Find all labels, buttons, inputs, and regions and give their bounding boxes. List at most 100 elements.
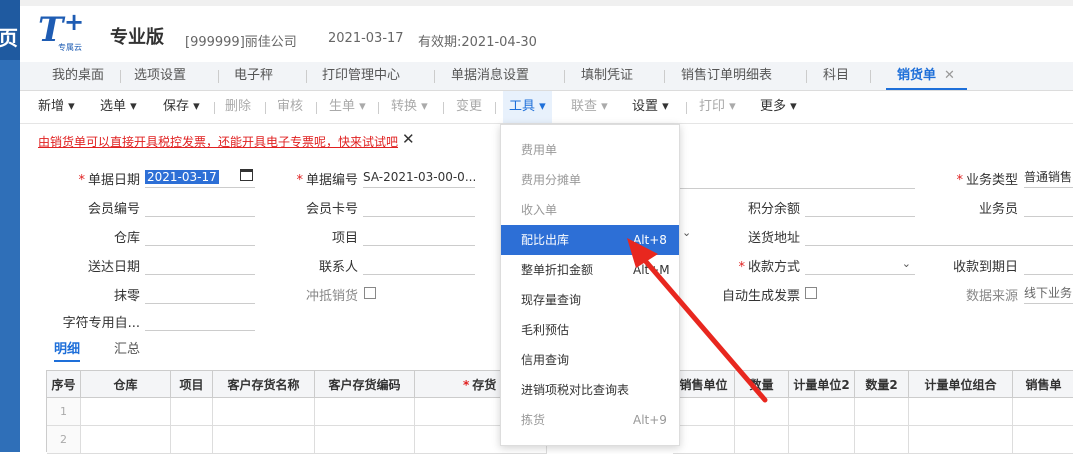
menu-item-credit-query[interactable]: 信用查询 [501, 345, 679, 375]
grid-cell[interactable] [213, 398, 315, 426]
custom-char-field[interactable] [145, 310, 255, 331]
linked-query-button[interactable]: 联查 ▾ [571, 91, 608, 123]
menu-item-gross-profit[interactable]: 毛利预估 [501, 315, 679, 345]
menu-item-expense-allocation[interactable]: 费用分摊单 [501, 165, 679, 195]
change-button[interactable]: 变更 [456, 91, 482, 123]
grid-cell[interactable] [81, 398, 171, 426]
grid-cell[interactable] [789, 398, 855, 426]
salesman-field[interactable] [1024, 196, 1073, 217]
tab-summary[interactable]: 汇总 [114, 338, 140, 360]
grid-cell[interactable] [909, 426, 1013, 454]
login-date: 2021-03-17 [328, 31, 404, 46]
close-tab-icon[interactable]: ✕ [944, 68, 955, 83]
contact-field[interactable] [363, 254, 475, 275]
menu-item-tax-compare[interactable]: 进销项税对比查询表 [501, 375, 679, 405]
tab-desktop[interactable]: 我的桌面 [52, 62, 104, 90]
points-field[interactable] [805, 196, 915, 217]
hidden-field-row1[interactable] [678, 168, 915, 189]
convert-button[interactable]: 转换 ▾ [391, 91, 428, 123]
grid-cell[interactable] [315, 398, 415, 426]
pay-method-select[interactable]: ⌄ [805, 254, 915, 275]
auto-invoice-checkbox[interactable] [805, 287, 817, 299]
offset-sales-checkbox[interactable] [364, 287, 376, 299]
member-no-label: 会员编号 [87, 202, 140, 217]
menu-item-picking[interactable]: 拣货 Alt+9 [501, 405, 679, 435]
menu-item-order-discount[interactable]: 整单折扣金额 Alt+M [501, 255, 679, 285]
member-no-field[interactable] [145, 196, 255, 217]
grid-cell[interactable] [789, 426, 855, 454]
contact-label: 联系人 [318, 260, 358, 275]
print-button[interactable]: 打印 ▾ [699, 91, 736, 123]
menu-item-stock-query[interactable]: 现存量查询 [501, 285, 679, 315]
grid-cell[interactable] [1013, 398, 1073, 426]
tab-divider [664, 70, 665, 83]
grid-cell[interactable] [171, 398, 213, 426]
col-header-cust-item-code: 客户存货编码 [315, 370, 415, 398]
settings-button[interactable]: 设置 ▾ [632, 91, 669, 123]
biz-type-field[interactable]: 普通销售 [1024, 167, 1073, 188]
logo-subtitle: 专属云 [58, 43, 82, 52]
grid-cell[interactable] [171, 426, 213, 454]
tab-voucher[interactable]: 填制凭证 [581, 62, 633, 90]
biz-type-label: * 业务类型 [956, 173, 1018, 188]
notice-link[interactable]: 由销货单可以直接开具税控发票，还能开具电子专票呢，快来试试吧 [38, 133, 398, 150]
points-label: 积分余额 [747, 202, 800, 217]
due-date-label: 收款到期日 [952, 260, 1018, 275]
tab-options[interactable]: 选项设置 [134, 62, 186, 90]
grid-cell[interactable] [855, 426, 909, 454]
menu-item-ratio-outbound[interactable]: 配比出库 Alt+8 [501, 225, 679, 255]
logo-plus: + [64, 8, 85, 36]
grid-cell[interactable] [735, 426, 789, 454]
menu-item-expense[interactable]: 费用单 [501, 135, 679, 165]
grid-cell[interactable] [213, 426, 315, 454]
grid-cell[interactable] [1013, 426, 1073, 454]
col-header-unit2: 计量单位2 [789, 370, 855, 398]
delete-button[interactable]: 删除 [225, 91, 251, 123]
save-button[interactable]: 保存 ▾ [163, 91, 200, 123]
grid-cell[interactable] [735, 398, 789, 426]
tab-accounts[interactable]: 科目 [823, 62, 849, 90]
more-button[interactable]: 更多 ▾ [760, 91, 797, 123]
new-button[interactable]: 新增 ▾ [38, 91, 75, 123]
tab-detail[interactable]: 明细 [54, 338, 81, 362]
rounding-field[interactable] [145, 283, 255, 304]
member-card-field[interactable] [363, 196, 475, 217]
grid-cell[interactable] [315, 426, 415, 454]
audit-button[interactable]: 审核 [277, 91, 303, 123]
toolbar-divider [378, 102, 379, 114]
close-notice-icon[interactable]: ✕ [402, 130, 415, 148]
doc-no-field[interactable]: SA-2021-03-00-0... [363, 167, 475, 188]
col-header-qty: 数量 [735, 370, 789, 398]
tab-divider [434, 70, 435, 83]
delivery-date-label: 送达日期 [87, 260, 140, 275]
data-source-field: 线下业务 [1024, 283, 1073, 304]
ship-addr-label: 送货地址 [747, 231, 800, 246]
grid-cell[interactable] [855, 398, 909, 426]
custom-char-label: 字符专用自... [62, 316, 140, 331]
grid-cell[interactable] [81, 426, 171, 454]
tab-sales-delivery-label: 销货单 [897, 68, 937, 83]
project-field[interactable] [363, 225, 475, 246]
calendar-icon[interactable] [240, 169, 253, 181]
project-label: 项目 [331, 231, 358, 246]
ship-addr-field[interactable] [805, 225, 1073, 246]
grid-cell[interactable] [909, 398, 1013, 426]
tools-button[interactable]: 工具 ▾ [503, 91, 552, 123]
select-doc-button[interactable]: 选单 ▾ [100, 91, 137, 123]
tab-message-settings[interactable]: 单据消息设置 [451, 62, 529, 90]
delivery-date-field[interactable] [145, 254, 255, 275]
tab-scale[interactable]: 电子秤 [234, 62, 273, 90]
tab-sales-order-detail[interactable]: 销售订单明细表 [681, 62, 772, 90]
grid-cell[interactable] [673, 398, 735, 426]
grid-cell[interactable] [673, 426, 735, 454]
tab-divider [218, 70, 219, 83]
menu-item-income[interactable]: 收入单 [501, 195, 679, 225]
tab-print-center[interactable]: 打印管理中心 [322, 62, 400, 90]
due-date-field[interactable] [1024, 254, 1073, 275]
chevron-down-icon[interactable]: ⌄ [682, 226, 691, 239]
warehouse-field[interactable] [145, 225, 255, 246]
doc-date-field[interactable]: 2021-03-17 [145, 167, 255, 188]
tab-sales-delivery[interactable]: 销货单 ✕ [886, 62, 967, 90]
col-header-seq: 序号 [47, 370, 81, 398]
generate-doc-button[interactable]: 生单 ▾ [329, 91, 366, 123]
